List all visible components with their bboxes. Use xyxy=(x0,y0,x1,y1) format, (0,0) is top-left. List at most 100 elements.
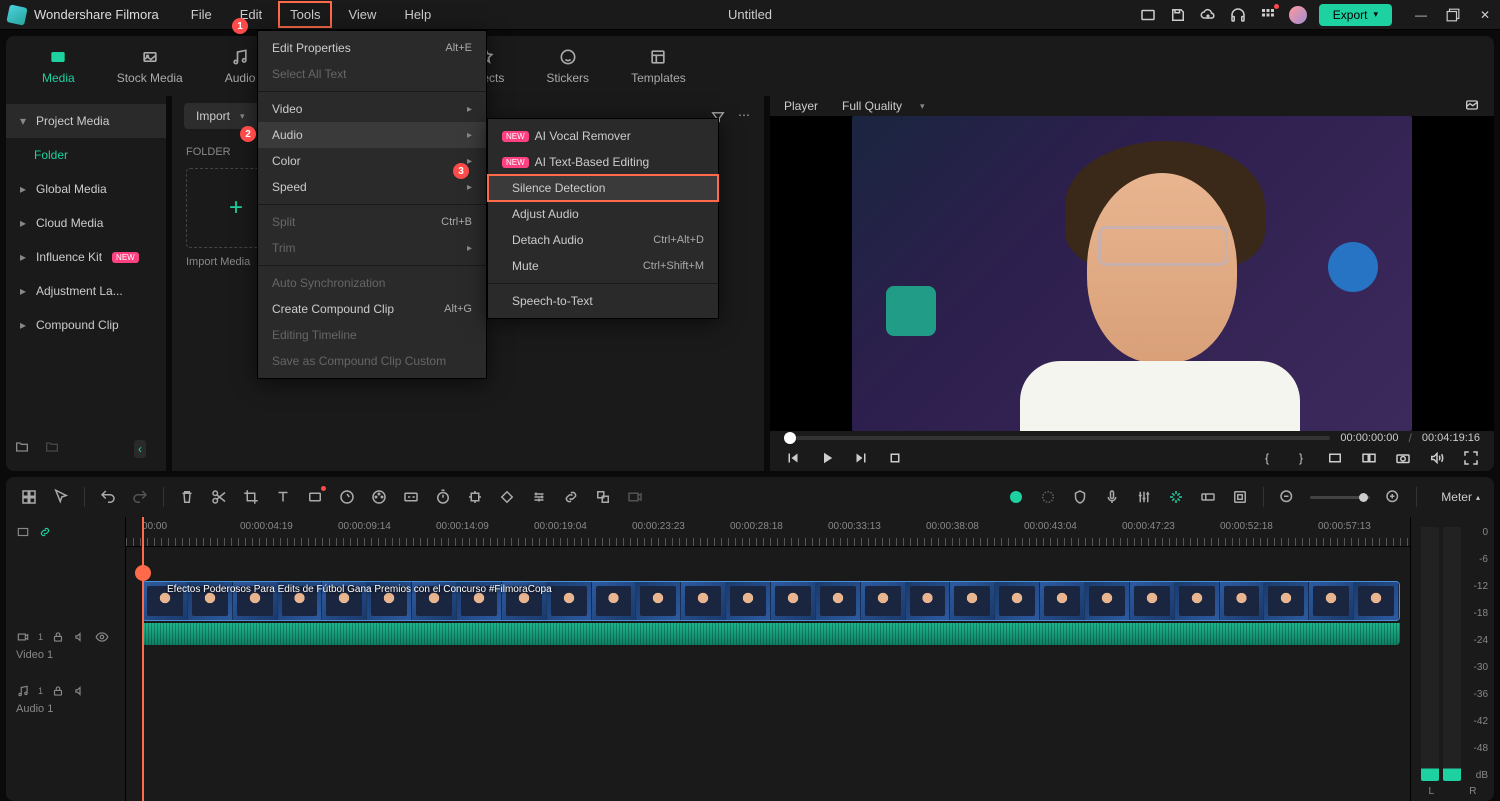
menu-file[interactable]: File xyxy=(179,1,224,28)
dd-mute[interactable]: MuteCtrl+Shift+M xyxy=(488,253,718,279)
caption-icon[interactable] xyxy=(402,488,420,506)
snapshot-icon[interactable] xyxy=(1464,97,1480,116)
adjust2-icon[interactable] xyxy=(1231,488,1249,506)
stop-button[interactable] xyxy=(886,449,904,467)
sidebar-item-project-media[interactable]: ▾Project Media xyxy=(6,104,166,138)
mixer-icon[interactable] xyxy=(1135,488,1153,506)
settings-icon[interactable] xyxy=(530,488,548,506)
keyframe-icon[interactable] xyxy=(498,488,516,506)
sidebar-item-adjustment-layer[interactable]: ▸Adjustment La... xyxy=(6,274,166,308)
playhead[interactable] xyxy=(142,517,144,801)
marker-icon[interactable] xyxy=(1071,488,1089,506)
headphones-icon[interactable] xyxy=(1229,6,1247,24)
delete-icon[interactable] xyxy=(178,488,196,506)
menu-tools[interactable]: Tools xyxy=(278,1,332,28)
zoom-out-icon[interactable] xyxy=(1278,488,1296,506)
sidebar-item-global-media[interactable]: ▸Global Media xyxy=(6,172,166,206)
quality-select[interactable]: Full Quality▾ xyxy=(834,96,933,116)
import-button[interactable]: Import▾ xyxy=(184,103,263,129)
dd-detach-audio[interactable]: Detach AudioCtrl+Alt+D xyxy=(488,227,718,253)
ai-icon[interactable] xyxy=(1167,488,1185,506)
tab-audio[interactable]: Audio xyxy=(219,43,262,89)
cloud-up-icon[interactable] xyxy=(1199,6,1217,24)
dd-adjust-audio[interactable]: Adjust Audio xyxy=(488,201,718,227)
more-icon[interactable]: ⋯ xyxy=(738,108,750,127)
avatar-icon[interactable] xyxy=(1289,6,1307,24)
zoom-slider[interactable] xyxy=(1310,496,1370,499)
dashboard-icon[interactable] xyxy=(20,488,38,506)
cut-icon[interactable] xyxy=(210,488,228,506)
next-frame-button[interactable] xyxy=(852,449,870,467)
video-preview[interactable] xyxy=(770,116,1494,431)
lock-icon[interactable] xyxy=(51,630,65,644)
timeline-canvas[interactable]: 00:0000:00:04:1900:00:09:1400:00:14:0900… xyxy=(126,517,1410,801)
dd-speed[interactable]: Speed▸ xyxy=(258,174,486,200)
mark-in-button[interactable]: { xyxy=(1258,449,1276,467)
export-button[interactable]: Export▾ xyxy=(1319,4,1392,26)
save-icon[interactable] xyxy=(1169,6,1187,24)
dd-ai-text-editing[interactable]: NEWAI Text-Based Editing xyxy=(488,149,718,175)
mark-out-button[interactable]: } xyxy=(1292,449,1310,467)
speed-change-icon[interactable] xyxy=(338,488,356,506)
compare-button[interactable] xyxy=(1360,449,1378,467)
redo-icon[interactable] xyxy=(131,488,149,506)
meter-toggle[interactable]: Meter▴ xyxy=(1441,490,1480,504)
tab-templates[interactable]: Templates xyxy=(625,43,692,89)
stabilize-icon[interactable] xyxy=(1039,488,1057,506)
tab-stock-media[interactable]: Stock Media xyxy=(111,43,189,89)
dd-edit-properties[interactable]: Edit PropertiesAlt+E xyxy=(258,35,486,61)
dd-color[interactable]: Color▸ xyxy=(258,148,486,174)
crop-icon[interactable] xyxy=(242,488,260,506)
eye-icon[interactable] xyxy=(95,630,109,644)
prev-frame-button[interactable] xyxy=(784,449,802,467)
tab-media[interactable]: Media xyxy=(36,43,81,89)
minimize-button[interactable]: ― xyxy=(1414,8,1428,22)
ratio-button[interactable] xyxy=(1326,449,1344,467)
timeline-menu-icon[interactable] xyxy=(16,525,30,539)
zoom-in-icon[interactable] xyxy=(1384,488,1402,506)
tracking-icon[interactable] xyxy=(466,488,484,506)
link-toggle-icon[interactable] xyxy=(38,525,52,539)
sidebar-item-influence-kit[interactable]: ▸Influence KitNEW xyxy=(6,240,166,274)
render-icon[interactable] xyxy=(626,488,644,506)
dd-audio[interactable]: Audio▸ xyxy=(258,122,486,148)
fullscreen-button[interactable] xyxy=(1462,449,1480,467)
sidebar-item-folder[interactable]: Folder xyxy=(6,138,166,172)
volume-button[interactable] xyxy=(1428,449,1446,467)
sidebar-item-compound-clip[interactable]: ▸Compound Clip xyxy=(6,308,166,342)
collapse-icon[interactable]: ‹ xyxy=(134,440,146,458)
dd-create-compound[interactable]: Create Compound ClipAlt+G xyxy=(258,296,486,322)
scrub-bar[interactable] xyxy=(784,436,1330,440)
layout-icon[interactable] xyxy=(1139,6,1157,24)
dd-speech-to-text[interactable]: Speech-to-Text xyxy=(488,288,718,314)
camera-icon[interactable] xyxy=(1394,449,1412,467)
audio-clip[interactable] xyxy=(142,623,1400,645)
apps-icon[interactable] xyxy=(1259,6,1277,24)
timeline-ruler[interactable]: 00:0000:00:04:1900:00:09:1400:00:14:0900… xyxy=(126,517,1410,547)
lock-icon[interactable] xyxy=(51,684,65,698)
dd-silence-detection[interactable]: Silence Detection xyxy=(488,175,718,201)
menu-help[interactable]: Help xyxy=(392,1,443,28)
dd-video[interactable]: Video▸ xyxy=(258,96,486,122)
mute-icon[interactable] xyxy=(73,630,87,644)
mic-icon[interactable] xyxy=(1103,488,1121,506)
dd-ai-vocal-remover[interactable]: NEWAI Vocal Remover xyxy=(488,123,718,149)
tab-stickers[interactable]: Stickers xyxy=(540,43,595,89)
sidebar-item-cloud-media[interactable]: ▸Cloud Media xyxy=(6,206,166,240)
timer-icon[interactable] xyxy=(434,488,452,506)
chroma-icon[interactable] xyxy=(1007,488,1025,506)
text-icon[interactable] xyxy=(274,488,292,506)
record-icon[interactable] xyxy=(306,488,324,506)
video-clip[interactable]: ▶ Efectos Poderosos Para Edits de Fútbol… xyxy=(142,581,1400,621)
maximize-button[interactable] xyxy=(1446,8,1460,22)
trash-folder-icon[interactable] xyxy=(44,439,60,458)
mute-icon[interactable] xyxy=(73,684,87,698)
menu-view[interactable]: View xyxy=(336,1,388,28)
color-icon[interactable] xyxy=(370,488,388,506)
adjust-icon[interactable] xyxy=(1199,488,1217,506)
link-icon[interactable] xyxy=(562,488,580,506)
group-icon[interactable] xyxy=(594,488,612,506)
play-button[interactable] xyxy=(818,449,836,467)
new-folder-icon[interactable] xyxy=(14,439,30,458)
close-button[interactable]: ✕ xyxy=(1478,8,1492,22)
